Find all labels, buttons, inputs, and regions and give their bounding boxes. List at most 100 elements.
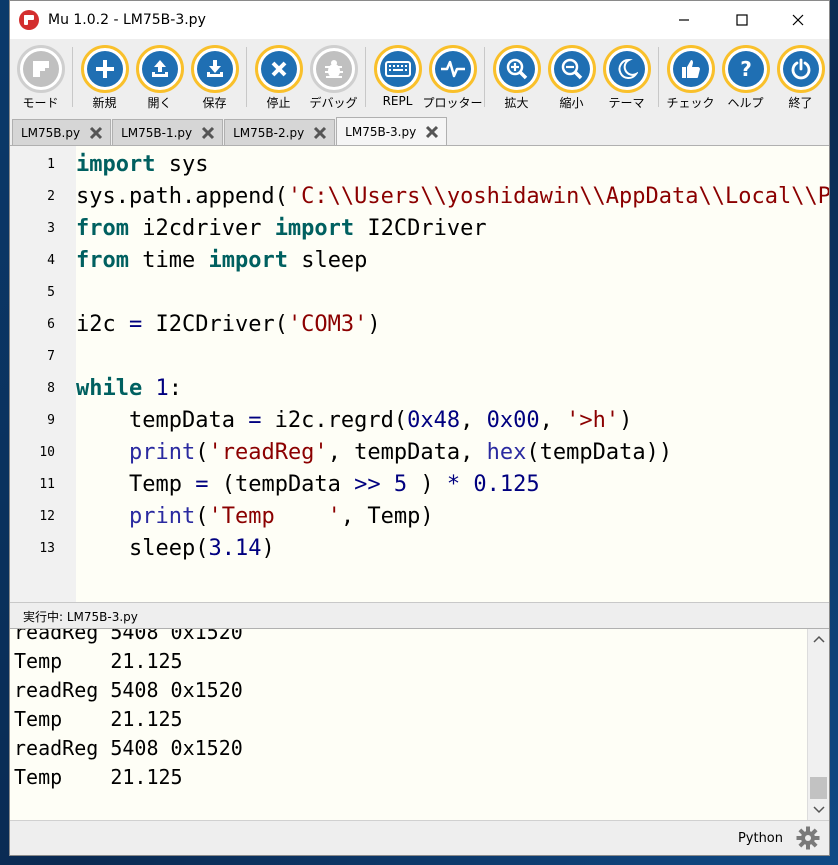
toolbar-button-circle[interactable] (492, 45, 541, 93)
close-button[interactable] (775, 1, 821, 39)
toolbar-button-question[interactable]: ? ヘルプ (718, 45, 773, 111)
code-area[interactable]: import sys sys.path.append('C:\\Users\\yo… (76, 146, 829, 602)
toolbar-button-zoom-out[interactable]: 縮小 (544, 45, 599, 111)
toolbar-button-moon[interactable]: テーマ (599, 45, 654, 111)
code-token: , tempData, (327, 440, 487, 465)
code-line[interactable]: sys.path.append('C:\\Users\\yoshidawin\\… (76, 181, 829, 213)
runner-output-pane[interactable]: readReg 5408 0x1520 Temp 21.125 readReg 54… (10, 628, 829, 820)
line-number: 7 (47, 349, 55, 364)
toolbar-button-keyboard[interactable]: REPL (370, 45, 425, 108)
zoom-in-icon (498, 51, 535, 87)
toolbar-button-power[interactable]: 終了 (773, 45, 828, 111)
toolbar-button-circle[interactable]: ? (721, 45, 770, 93)
code-token: print (128, 504, 196, 529)
toolbar-separator (246, 47, 247, 107)
code-token: * (446, 472, 461, 497)
toolbar-button-bug[interactable]: デバッグ (306, 45, 361, 111)
code-line[interactable]: i2c = I2CDriver('COM3') (76, 309, 829, 341)
tab-close-button[interactable] (424, 124, 440, 140)
line-number: 6 (47, 317, 55, 332)
file-tab[interactable]: LM75B.py (12, 119, 112, 145)
bug-icon (315, 51, 352, 87)
file-tab[interactable]: LM75B-1.py (112, 119, 224, 145)
toolbar-button-circle[interactable] (428, 45, 477, 93)
code-line[interactable] (76, 277, 829, 309)
code-line[interactable]: while 1: (76, 373, 829, 405)
code-line[interactable]: print('readReg', tempData, hex(tempData)… (76, 437, 829, 469)
maximize-button[interactable] (719, 1, 765, 39)
toolbar-button-label: テーマ (608, 96, 645, 110)
scrollbar-thumb[interactable] (810, 777, 827, 799)
code-token: from (76, 216, 129, 241)
settings-button[interactable] (795, 825, 821, 851)
toolbar-button-circle[interactable] (16, 45, 65, 93)
code-token: from (76, 248, 129, 273)
file-tab[interactable]: LM75B-2.py (224, 119, 336, 145)
toolbar-button-circle[interactable] (547, 45, 596, 93)
tab-close-button[interactable] (312, 125, 328, 141)
toolbar-button-plus[interactable]: 新規 (77, 45, 132, 111)
chevron-down-icon (812, 806, 825, 814)
scroll-up-button[interactable] (808, 629, 829, 649)
code-token: import (208, 248, 288, 273)
chevron-up-icon (812, 635, 825, 643)
line-number-gutter: 1 2 3 4 5 6 7 8 9 10 11 12 13 (10, 146, 76, 602)
toolbar-separator (658, 47, 659, 107)
code-line[interactable]: import sys (76, 149, 829, 181)
mode-indicator[interactable]: Python (738, 831, 783, 846)
toolbar-button-label: 終了 (788, 96, 813, 110)
keyboard-icon (379, 51, 416, 87)
minimize-button[interactable] (661, 1, 707, 39)
tab-close-button[interactable] (88, 125, 104, 141)
toolbar-button-zoom-in[interactable]: 拡大 (489, 45, 544, 111)
toolbar-button-label: デバッグ (309, 96, 358, 110)
output-line: readReg 5408 0x1520 (14, 736, 243, 760)
toolbar-button-circle[interactable] (254, 45, 303, 93)
code-editor[interactable]: 1 2 3 4 5 6 7 8 9 10 11 12 13 import sys sys.path.app… (10, 145, 829, 602)
code-token: 'COM3' (287, 312, 368, 337)
toolbar-button-circle[interactable] (666, 45, 715, 93)
code-token: = (128, 312, 143, 337)
output-line: Temp 21.125 (14, 707, 183, 731)
toolbar-separator (484, 47, 485, 107)
line-number: 9 (47, 413, 55, 428)
code-token: time (128, 248, 209, 273)
toolbar-button-upload[interactable]: 開く (132, 45, 187, 111)
title-bar[interactable]: Mu 1.0.2 - LM75B-3.py (10, 1, 829, 39)
toolbar-button-circle[interactable] (80, 45, 129, 93)
code-line[interactable]: from time import sleep (76, 245, 829, 277)
scroll-down-button[interactable] (808, 800, 829, 820)
line-number: 5 (47, 285, 55, 300)
code-line[interactable]: Temp = (tempData >> 5 ) * 0.125 (76, 469, 829, 501)
toolbar-button-waveform[interactable]: プロッター (423, 45, 483, 111)
code-line[interactable] (76, 341, 829, 373)
code-line[interactable]: from i2cdriver import I2CDriver (76, 213, 829, 245)
toolbar-button-stop[interactable]: 停止 (251, 45, 306, 111)
vertical-scrollbar[interactable] (807, 629, 829, 820)
output-line: readReg 5408 0x1520 (14, 678, 243, 702)
toolbar-button-download[interactable]: 保存 (187, 45, 242, 111)
toolbar-button-circle[interactable] (135, 45, 184, 93)
toolbar-button-circle[interactable] (602, 45, 651, 93)
toolbar-button-circle[interactable] (309, 45, 358, 93)
toolbar-button-thumbs-up[interactable]: チェック (663, 45, 718, 111)
code-line[interactable]: sleep(3.14) (76, 533, 829, 565)
code-token: 5 (393, 472, 408, 497)
power-icon (782, 51, 819, 87)
tab-close-button[interactable] (200, 125, 216, 141)
code-line[interactable]: print('Temp ', Temp) (76, 501, 829, 533)
toolbar-button-circle[interactable] (373, 45, 422, 93)
code-token: (tempData (208, 472, 355, 497)
file-tab[interactable]: LM75B-3.py (336, 117, 448, 145)
code-token: ) (367, 312, 381, 337)
code-token: >> (354, 472, 381, 497)
code-line[interactable]: tempData = i2c.regrd(0x48, 0x00, '>h') (76, 405, 829, 437)
download-icon (196, 51, 233, 87)
code-token: ) (407, 472, 447, 497)
toolbar-button-circle[interactable] (190, 45, 239, 93)
toolbar-button-circle[interactable] (776, 45, 825, 93)
toolbar-button-mode[interactable]: モード (13, 45, 68, 111)
line-number: 4 (47, 253, 55, 268)
line-number: 11 (39, 477, 55, 492)
output-line: Temp 21.125 (14, 649, 183, 673)
